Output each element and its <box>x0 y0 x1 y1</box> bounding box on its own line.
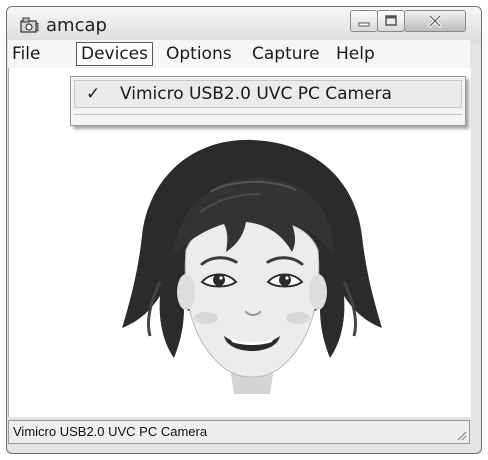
menu-capture[interactable]: Capture <box>248 42 324 66</box>
resize-grip-icon[interactable] <box>455 429 467 441</box>
menu-item-label: Vimicro USB2.0 UVC PC Camera <box>120 84 392 104</box>
menu-separator <box>74 114 462 115</box>
camera-app-icon <box>20 17 39 33</box>
maximize-button[interactable] <box>377 10 405 32</box>
maximize-icon <box>385 15 397 26</box>
window-title: amcap <box>46 15 107 36</box>
devices-dropdown-menu: ✓ Vimicro USB2.0 UVC PC Camera <box>70 76 466 126</box>
menu-help[interactable]: Help <box>332 42 379 66</box>
minimize-button[interactable] <box>350 10 378 32</box>
checkmark-icon: ✓ <box>86 84 101 104</box>
status-text: Vimicro USB2.0 UVC PC Camera <box>13 424 208 439</box>
menu-options[interactable]: Options <box>162 42 236 66</box>
menu-bar: File Devices Options Capture Help <box>8 40 470 68</box>
menu-item-vimicro-camera[interactable]: ✓ Vimicro USB2.0 UVC PC Camera <box>74 80 462 108</box>
close-icon <box>428 14 442 28</box>
menu-devices[interactable]: Devices <box>76 42 153 66</box>
minimize-icon <box>358 22 370 27</box>
title-bar[interactable]: amcap <box>7 7 481 43</box>
status-bar: Vimicro USB2.0 UVC PC Camera <box>8 420 470 444</box>
menu-file[interactable]: File <box>8 42 44 66</box>
close-button[interactable] <box>404 10 466 32</box>
cartoon-woman-face-icon <box>122 139 382 394</box>
